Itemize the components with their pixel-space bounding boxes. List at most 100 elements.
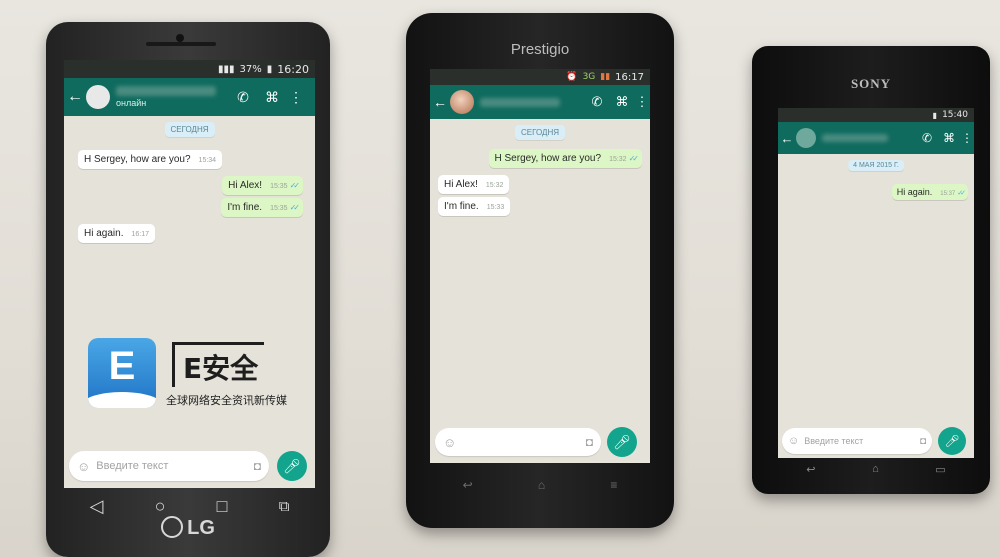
chat-area: СЕГОДНЯ H Sergey, how are you? 15:32 ✓✓ Hi… — [430, 119, 650, 423]
more-menu-icon[interactable]: ⋮ — [960, 131, 974, 145]
message-time: 15:32 — [485, 182, 504, 189]
brand-name: LG — [187, 517, 215, 539]
lg-screen: ▮▮▮ 37% ▮ 16:20 ← онлайн ✆ ⌘ ⋮ СЕГОДНЯ H… — [64, 60, 315, 488]
home-nav-icon[interactable]: ⌂ — [872, 463, 879, 475]
mic-icon: 🎤︎ — [944, 434, 960, 448]
status-time: 16:17 — [615, 71, 644, 83]
message-input[interactable]: ☺ Введите текст ◘ — [782, 428, 932, 454]
back-nav-icon[interactable]: ↩ — [463, 478, 473, 492]
sony-screen: ▮ 15:40 ← ✆ ⌘ ⋮ 4 МАЯ 2015 Г. Hi again. 1… — [778, 108, 974, 458]
message-text: Hi again. — [896, 187, 933, 197]
home-nav-icon[interactable]: ⌂ — [538, 478, 545, 492]
message-bubble[interactable]: Hi Alex! 15:35 ✓✓ — [222, 176, 303, 195]
input-bar: ☺ Введите текст ◘ 🎤︎ — [64, 446, 315, 486]
recents-nav-icon[interactable]: □ — [217, 496, 228, 517]
back-nav-icon[interactable]: ↩ — [806, 463, 815, 476]
watermark: E E安全 全球网络安全资讯新传媒 — [88, 338, 298, 410]
mic-button[interactable]: 🎤︎ — [607, 427, 637, 457]
signal-icon: ▮▮▮ — [218, 63, 235, 75]
message-time: 15:33 — [486, 204, 505, 211]
avatar[interactable] — [86, 85, 110, 109]
status-time: 16:20 — [277, 62, 309, 76]
attach-icon[interactable]: ⌘ — [610, 94, 634, 110]
input-placeholder: Введите текст — [804, 436, 864, 446]
network-type: 3G — [582, 72, 596, 82]
home-nav-icon[interactable]: ○ — [155, 496, 166, 517]
message-text: I'm fine. — [444, 201, 479, 212]
message-time: 15:32 — [609, 156, 627, 163]
status-bar: ▮▮▮ 37% ▮ 16:20 — [64, 60, 315, 78]
status-time: 15:40 — [942, 110, 968, 120]
status-bar: ▮ 15:40 — [778, 108, 974, 122]
message-bubble[interactable]: I'm fine. 15:35 ✓✓ — [221, 198, 303, 217]
menu-nav-icon[interactable]: ≡ — [610, 478, 617, 492]
message-text: Hi Alex! — [228, 180, 263, 191]
phone-call-icon[interactable]: ✆ — [584, 94, 610, 110]
brand-logo: LG — [46, 516, 330, 540]
message-bubble[interactable]: Hi again. 15:37 ✓✓ — [891, 184, 968, 200]
front-camera — [176, 34, 184, 42]
message-text: H Sergey, how are you? — [494, 153, 602, 164]
prestigio-phone: Prestigio ⏰ 3G ▮▮ 16:17 ← ✆ ⌘ ⋮ СЕГОДНЯ … — [406, 13, 674, 528]
message-input[interactable]: ☺ ◘ — [435, 428, 601, 456]
emoji-icon[interactable]: ☺ — [77, 459, 90, 474]
recents-nav-icon[interactable]: ▭ — [935, 463, 945, 476]
message-time: 15:35 — [270, 183, 288, 190]
more-menu-icon[interactable]: ⋮ — [286, 89, 306, 106]
lg-phone: ▮▮▮ 37% ▮ 16:20 ← онлайн ✆ ⌘ ⋮ СЕГОДНЯ H… — [46, 22, 330, 557]
input-placeholder: Введите текст — [96, 460, 169, 472]
chat-header: ← онлайн ✆ ⌘ ⋮ — [64, 78, 315, 116]
attach-icon[interactable]: ⌘ — [938, 131, 960, 145]
date-chip: СЕГОДНЯ — [514, 125, 566, 140]
watermark-logo-letter: E — [108, 344, 136, 388]
contact-name-blurred — [116, 86, 216, 96]
nav-bar: ↩ ⌂ ≡ — [430, 473, 650, 497]
message-bubble[interactable]: H Sergey, how are you? 15:32 ✓✓ — [488, 149, 642, 168]
contact-name-blurred[interactable] — [480, 97, 560, 107]
mic-icon: 🎤︎ — [613, 433, 631, 450]
watermark-title: E安全 — [172, 342, 265, 387]
message-text: Hi Alex! — [444, 179, 478, 190]
phone-call-icon[interactable]: ✆ — [228, 89, 258, 106]
message-bubble[interactable]: Hi Alex! 15:32 — [438, 175, 510, 194]
message-input[interactable]: ☺ Введите текст ◘ — [69, 451, 269, 481]
brand-name: SONY — [850, 76, 892, 91]
input-bar: ☺ Введите текст ◘ 🎤︎ — [778, 424, 974, 458]
message-bubble[interactable]: I'm fine. 15:33 — [438, 197, 511, 216]
camera-icon[interactable]: ◘ — [920, 436, 926, 447]
message-time: 16:17 — [131, 231, 149, 238]
contact-name-blurred[interactable] — [822, 134, 888, 142]
read-ticks-icon: ✓✓ — [289, 203, 301, 212]
camera-icon[interactable]: ◘ — [586, 435, 593, 449]
sony-phone: SONY ▮ 15:40 ← ✆ ⌘ ⋮ 4 МАЯ 2015 Г. Hi ag… — [752, 46, 990, 494]
avatar[interactable] — [796, 128, 816, 148]
lg-logo-icon — [161, 516, 184, 538]
dual-window-icon[interactable]: ⧉ — [279, 498, 290, 515]
back-nav-icon[interactable]: ◁ — [90, 496, 104, 517]
message-bubble[interactable]: H Sergey, how are you? 15:34 — [78, 150, 223, 169]
message-time: 15:37 — [940, 191, 956, 197]
watermark-logo: E — [88, 338, 156, 408]
date-chip: СЕГОДНЯ — [164, 122, 215, 137]
more-menu-icon[interactable]: ⋮ — [634, 94, 650, 110]
prestigio-screen: ⏰ 3G ▮▮ 16:17 ← ✆ ⌘ ⋮ СЕГОДНЯ H Sergey, … — [430, 69, 650, 463]
battery-icon: ▮ — [266, 63, 273, 75]
input-bar: ☺ ◘ 🎤︎ — [430, 423, 650, 461]
brand-name: Prestigio — [510, 41, 570, 58]
contact-info[interactable]: онлайн — [116, 86, 228, 108]
camera-icon[interactable]: ◘ — [254, 459, 261, 473]
back-arrow-icon[interactable]: ← — [430, 94, 450, 110]
back-arrow-icon[interactable]: ← — [778, 131, 796, 146]
mic-button[interactable]: 🎤︎ — [277, 451, 307, 481]
message-bubble[interactable]: Hi again. 16:17 — [78, 224, 155, 243]
attach-icon[interactable]: ⌘ — [258, 89, 286, 106]
emoji-icon[interactable]: ☺ — [788, 435, 799, 447]
contact-status: онлайн — [116, 98, 147, 108]
watermark-cloud — [88, 392, 156, 408]
mic-button[interactable]: 🎤︎ — [938, 427, 966, 455]
avatar[interactable] — [450, 90, 474, 114]
back-arrow-icon[interactable]: ← — [64, 88, 86, 106]
message-text: H Sergey, how are you? — [84, 154, 191, 165]
phone-call-icon[interactable]: ✆ — [916, 131, 938, 145]
emoji-icon[interactable]: ☺ — [443, 435, 586, 450]
